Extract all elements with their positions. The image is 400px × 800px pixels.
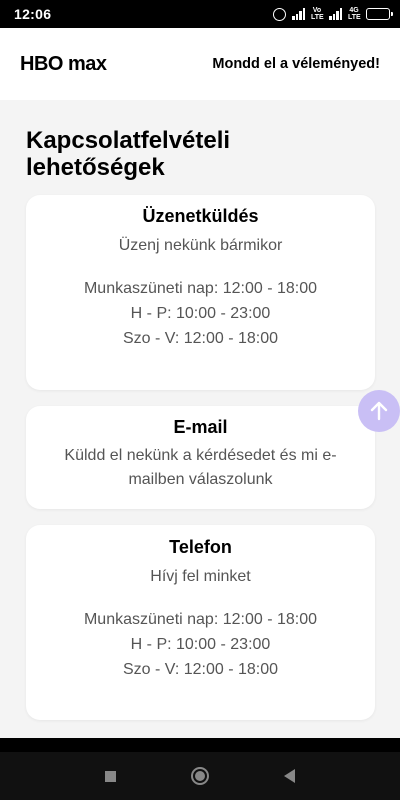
hbo-max-logo[interactable]: HBO max [20, 53, 107, 76]
arrow-up-icon [370, 401, 388, 421]
hours-weekend: Szo - V: 12:00 - 18:00 [122, 330, 279, 347]
hours-holiday: Munkaszüneti nap: 12:00 - 18:00 [83, 611, 318, 628]
app-header: HBO max Mondd el a véleményed! [0, 28, 400, 100]
bottom-strip [0, 738, 400, 752]
feedback-link[interactable]: Mondd el a véleményed! [212, 56, 380, 72]
card-subtitle: Küldd el nekünk a kérdésedet és mi e-mai… [64, 447, 337, 488]
card-title: E-mail [173, 417, 228, 437]
back-icon[interactable] [283, 769, 295, 783]
card-subtitle: Üzenj nekünk bármikor [118, 237, 283, 254]
lte-label: 4G LTE [348, 7, 361, 21]
messaging-card[interactable]: Üzenetküldés Üzenj nekünk bármikor Munka… [26, 195, 375, 390]
home-icon[interactable] [190, 767, 209, 785]
hours-holiday: Munkaszüneti nap: 12:00 - 18:00 [83, 280, 318, 297]
signal-icon [329, 8, 342, 20]
card-title: Telefon [169, 537, 232, 557]
status-icons: Vo LTE 4G LTE [273, 7, 393, 21]
opening-hours: Munkaszüneti nap: 12:00 - 18:00 H - P: 1… [26, 276, 375, 351]
hours-weekday: H - P: 10:00 - 23:00 [130, 305, 271, 322]
volte-label: Vo LTE [311, 7, 324, 21]
card-subtitle: Hívj fel minket [150, 568, 251, 585]
page-title: Kapcsolatfelvételi lehetőségek [26, 127, 231, 181]
opening-hours: Munkaszüneti nap: 12:00 - 18:00 H - P: 1… [26, 607, 375, 682]
card-title: Üzenetküldés [142, 206, 259, 226]
alarm-icon [273, 7, 286, 21]
hours-weekend: Szo - V: 12:00 - 18:00 [122, 661, 279, 678]
battery-icon [366, 8, 393, 20]
recent-apps-icon[interactable] [105, 770, 117, 782]
system-nav-bar [0, 752, 400, 800]
signal-icon [292, 8, 305, 20]
status-bar: 12:06 Vo LTE 4G LTE [0, 0, 400, 28]
hours-weekday: H - P: 10:00 - 23:00 [130, 636, 271, 653]
status-time: 12:06 [14, 6, 52, 22]
phone-card[interactable]: Telefon Hívj fel minket Munkaszüneti nap… [26, 525, 375, 720]
scroll-to-top-button[interactable] [358, 390, 400, 432]
email-card[interactable]: E-mail Küldd el nekünk a kérdésedet és m… [26, 406, 375, 509]
